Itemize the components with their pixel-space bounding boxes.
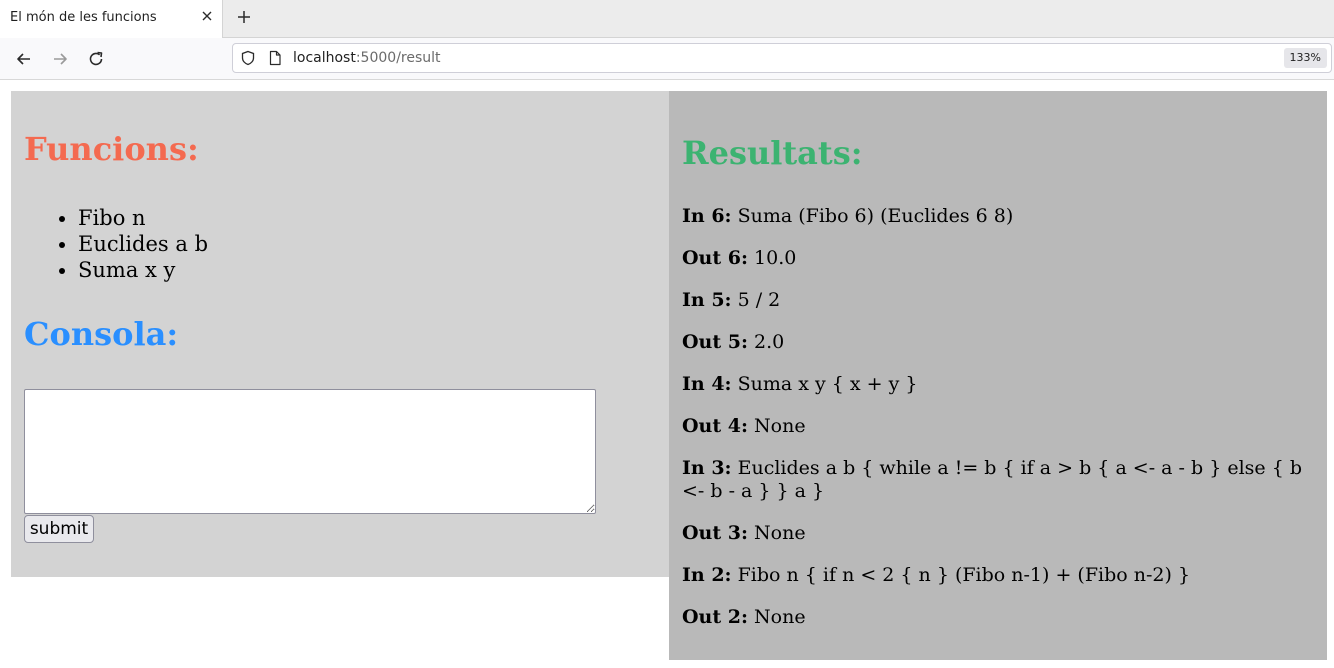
result-text: Suma x y { x + y }	[737, 373, 918, 395]
tab-title: El món de les funcions	[10, 10, 157, 25]
close-icon[interactable]	[199, 8, 215, 24]
result-entry: In 3: Euclides a b { while a != b { if a…	[682, 457, 1312, 503]
result-entry: In 5: 5 / 2	[682, 289, 1312, 312]
back-arrow-icon[interactable]	[15, 50, 33, 68]
result-text: None	[754, 415, 806, 437]
submit-button[interactable]: submit	[24, 515, 94, 543]
result-entry: In 2: Fibo n { if n < 2 { n } (Fibo n-1)…	[682, 564, 1312, 587]
reload-icon[interactable]	[87, 50, 105, 68]
navigation-bar: localhost:5000/result 133%	[0, 38, 1334, 80]
result-entry: Out 5: 2.0	[682, 331, 1312, 354]
funcions-heading: Funcions:	[24, 130, 199, 168]
consola-heading: Consola:	[24, 315, 179, 353]
result-entry: In 4: Suma x y { x + y }	[682, 373, 1312, 396]
results-list: In 6: Suma (Fibo 6) (Euclides 6 8) Out 6…	[682, 205, 1312, 648]
shield-icon[interactable]	[240, 50, 256, 66]
url-bar[interactable]: localhost:5000/result 133%	[232, 43, 1332, 73]
url-text: localhost:5000/result	[293, 50, 441, 66]
url-host: localhost	[293, 50, 356, 66]
result-label: Out 3:	[682, 522, 748, 544]
result-label: In 5:	[682, 289, 732, 311]
console-textarea[interactable]	[24, 389, 596, 514]
result-text: Suma (Fibo 6) (Euclides 6 8)	[737, 205, 1014, 227]
result-label: In 2:	[682, 564, 732, 586]
zoom-level-badge[interactable]: 133%	[1283, 48, 1327, 68]
result-label: In 3:	[682, 457, 732, 479]
forward-arrow-icon[interactable]	[51, 50, 69, 68]
result-label: In 6:	[682, 205, 732, 227]
result-label: Out 2:	[682, 606, 748, 628]
result-label: Out 6:	[682, 247, 748, 269]
result-entry: Out 2: None	[682, 606, 1312, 629]
result-label: In 4:	[682, 373, 732, 395]
browser-tab[interactable]: El món de les funcions	[0, 0, 223, 38]
function-item: Fibo n	[78, 205, 208, 231]
result-label: Out 4:	[682, 415, 748, 437]
resultats-heading: Resultats:	[682, 134, 863, 172]
plus-icon[interactable]	[236, 9, 252, 25]
result-text: Fibo n { if n < 2 { n } (Fibo n-1) + (Fi…	[737, 564, 1191, 586]
function-item: Euclides a b	[78, 231, 208, 257]
result-text: None	[754, 522, 806, 544]
tab-bar: El món de les funcions	[0, 0, 1334, 38]
result-text: 10.0	[754, 247, 797, 269]
page-icon[interactable]	[267, 50, 283, 66]
function-item: Suma x y	[78, 257, 208, 283]
result-entry: Out 3: None	[682, 522, 1312, 545]
result-entry: Out 4: None	[682, 415, 1312, 438]
result-entry: Out 6: 10.0	[682, 247, 1312, 270]
result-text: 2.0	[754, 331, 785, 353]
functions-list: Fibo n Euclides a b Suma x y	[24, 205, 208, 283]
result-text: None	[754, 606, 806, 628]
result-text: 5 / 2	[737, 289, 781, 311]
result-text: Euclides a b { while a != b { if a > b {…	[682, 457, 1302, 502]
url-path: :5000/result	[355, 50, 441, 66]
result-label: Out 5:	[682, 331, 748, 353]
result-entry: In 6: Suma (Fibo 6) (Euclides 6 8)	[682, 205, 1312, 228]
functions-panel: Funcions: Fibo n Euclides a b Suma x y C…	[11, 91, 669, 577]
results-panel: Resultats: In 6: Suma (Fibo 6) (Euclides…	[669, 91, 1327, 660]
